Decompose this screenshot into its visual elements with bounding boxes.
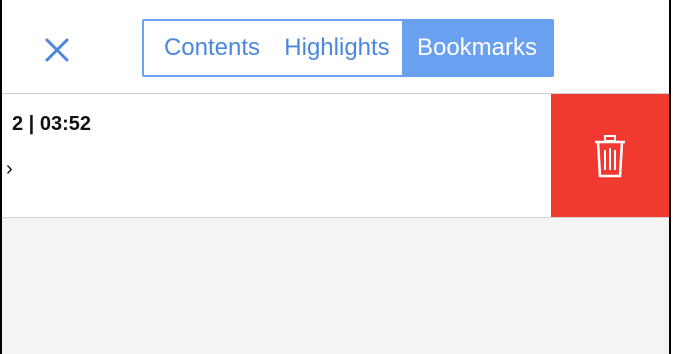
tab-bar: Contents Highlights Bookmarks	[142, 19, 554, 77]
bookmark-subtitle: ›	[6, 158, 13, 180]
header-bar: Contents Highlights Bookmarks	[2, 0, 669, 94]
tab-bookmarks[interactable]: Bookmarks	[402, 21, 552, 75]
tab-contents[interactable]: Contents	[144, 21, 272, 75]
bookmarks-panel: Contents Highlights Bookmarks 2 | 03:52 …	[0, 0, 671, 354]
close-button[interactable]	[40, 33, 74, 67]
close-icon	[45, 38, 69, 62]
tab-highlights[interactable]: Highlights	[272, 21, 402, 75]
bookmark-title: 2 | 03:52	[12, 113, 91, 135]
delete-bookmark-button[interactable]	[551, 94, 669, 217]
trash-icon	[595, 134, 625, 177]
